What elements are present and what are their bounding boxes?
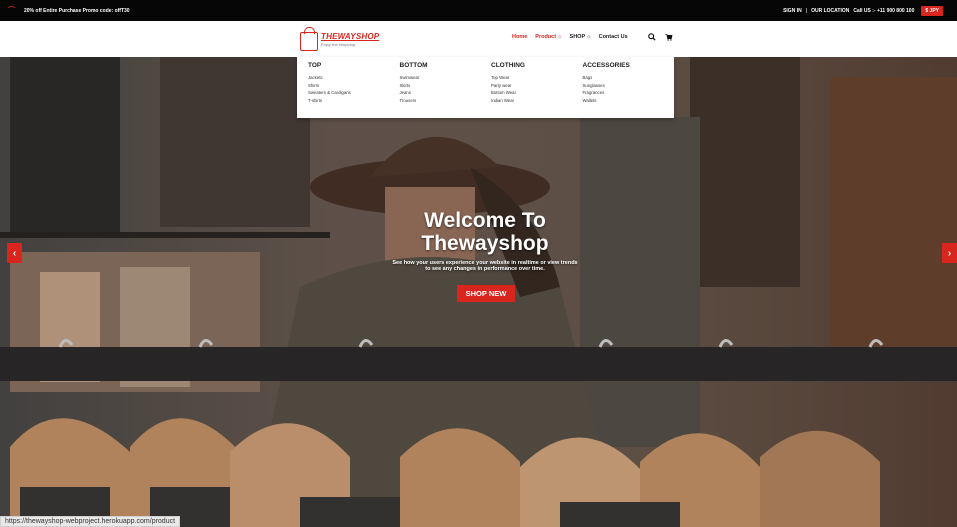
menu-link[interactable]: T-shirts bbox=[308, 97, 400, 105]
hero-caption: Welcome To Thewayshop See how your users… bbox=[340, 209, 630, 272]
menu-link[interactable]: Fragrances bbox=[583, 89, 675, 97]
shop-new-button[interactable]: SHOP NEW bbox=[457, 285, 515, 302]
slider-prev-button[interactable]: ‹ bbox=[7, 243, 22, 263]
main-navbar: THEWAYSHOP Enjoy the shopping Home Produ… bbox=[0, 21, 957, 57]
nav-shop[interactable]: SHOP ◇ bbox=[570, 34, 591, 40]
brand-name: THEWAYSHOP bbox=[321, 31, 380, 41]
brand-tagline: Enjoy the shopping bbox=[321, 41, 356, 47]
hero-title: Welcome To Thewayshop bbox=[421, 209, 549, 255]
column-title: BOTTOM bbox=[399, 62, 428, 69]
menu-link[interactable]: Skirts bbox=[400, 82, 492, 90]
menu-link[interactable]: Wallets bbox=[583, 97, 675, 105]
menu-link[interactable]: Shirts bbox=[308, 82, 400, 90]
top-links: SIGN IN | OUR LOCATION Call US :- +11 90… bbox=[783, 5, 943, 16]
menu-link[interactable]: Party wear bbox=[491, 82, 583, 90]
chevron-down-icon: ◇ bbox=[587, 34, 591, 39]
call-us-text: Call US :- +11 900 800 100 bbox=[853, 7, 915, 14]
cart-icon[interactable] bbox=[664, 33, 673, 43]
currency-select[interactable]: $ JPY bbox=[921, 5, 943, 16]
menu-link[interactable]: Jeans bbox=[400, 89, 492, 97]
hero-subtitle: See how your users experience your websi… bbox=[392, 260, 578, 272]
our-location-link[interactable]: OUR LOCATION bbox=[811, 8, 849, 14]
chevron-left-icon: ‹ bbox=[12, 247, 17, 259]
site-logo[interactable]: THEWAYSHOP Enjoy the shopping bbox=[300, 25, 379, 53]
promo-icon: ⌒ bbox=[8, 6, 15, 14]
column-title: TOP bbox=[308, 62, 322, 69]
menu-link[interactable]: Bottom Wear bbox=[491, 89, 583, 97]
menu-link[interactable]: Jackets bbox=[308, 74, 400, 82]
chevron-right-icon: › bbox=[947, 247, 952, 259]
column-title: ACCESSORIES bbox=[582, 62, 630, 69]
top-promo-bar: ⌒ 20% off Entire Purchase Promo code: of… bbox=[0, 0, 957, 21]
separator: | bbox=[805, 7, 808, 14]
promo-area: ⌒ 20% off Entire Purchase Promo code: of… bbox=[8, 6, 130, 14]
nav-product[interactable]: Product ◇ bbox=[535, 34, 561, 40]
menu-column-accessories: ACCESSORIES Bags Sunglasses Fragrances W… bbox=[583, 62, 675, 118]
menu-column-bottom: BOTTOM Swimwear Skirts Jeans Trousers bbox=[400, 62, 492, 118]
menu-column-top: TOP Jackets Shirts Sweaters & Cardigans … bbox=[308, 62, 400, 118]
sign-in-link[interactable]: SIGN IN bbox=[783, 8, 802, 14]
menu-link[interactable]: Sweaters & Cardigans bbox=[308, 89, 400, 97]
slider-next-button[interactable]: › bbox=[942, 243, 957, 263]
shopping-bag-icon bbox=[300, 26, 318, 51]
menu-link[interactable]: Swimwear bbox=[400, 74, 492, 82]
column-title: CLOTHING bbox=[491, 62, 525, 69]
search-icon[interactable] bbox=[648, 33, 656, 43]
promo-text: 20% off Entire Purchase Promo code: offT… bbox=[24, 7, 130, 14]
menu-link[interactable]: Sunglasses bbox=[583, 82, 675, 90]
nav-contact[interactable]: Contact Us bbox=[599, 34, 628, 40]
nav-icons bbox=[648, 33, 673, 43]
chevron-down-icon: ◇ bbox=[558, 34, 562, 39]
menu-column-clothing: CLOTHING Top Wear Party wear Bottom Wear… bbox=[491, 62, 583, 118]
browser-status-url: https://thewayshop-webproject.herokuapp.… bbox=[0, 516, 181, 527]
main-menu: Home Product ◇ SHOP ◇ Contact Us bbox=[512, 34, 628, 40]
menu-link[interactable]: Indian Wear bbox=[491, 97, 583, 105]
nav-home[interactable]: Home bbox=[512, 34, 527, 40]
menu-link[interactable]: Top Wear bbox=[491, 74, 583, 82]
menu-link[interactable]: Bags bbox=[583, 74, 675, 82]
product-mega-menu: TOP Jackets Shirts Sweaters & Cardigans … bbox=[297, 57, 674, 118]
menu-link[interactable]: Trousers bbox=[400, 97, 492, 105]
